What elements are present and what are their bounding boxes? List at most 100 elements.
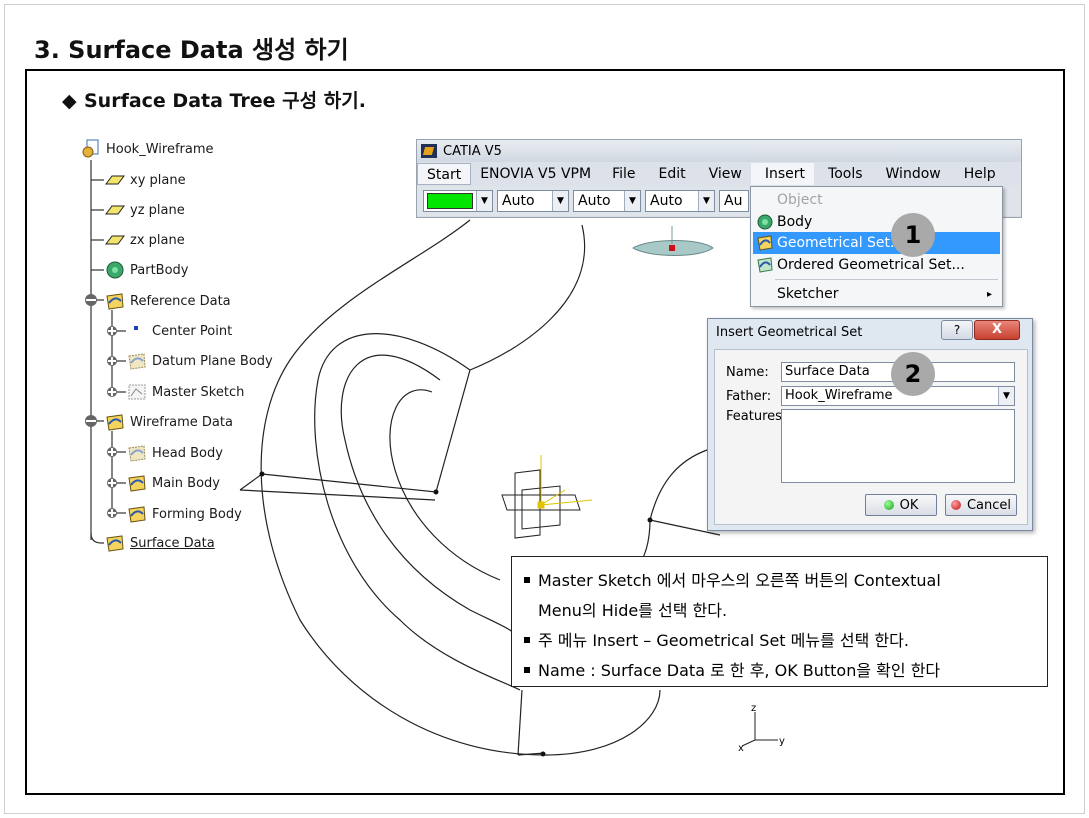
- point-icon: [134, 326, 138, 330]
- tree-item-wireframe-data[interactable]: Wireframe Data: [104, 411, 233, 433]
- note-line-3: 주 메뉴 Insert – Geometrical Set 메뉴를 선택 한다.: [524, 627, 909, 651]
- yellow-axis-gizmo: [537, 455, 593, 509]
- note-text: 주 메뉴 Insert – Geometrical Set 메뉴를 선택 한다.: [538, 631, 909, 650]
- right-arc-curve: [649, 449, 708, 521]
- tree-label: Reference Data: [130, 293, 231, 309]
- hidden-geometrical-set-icon: [128, 445, 146, 462]
- menu-start[interactable]: Start: [417, 163, 472, 185]
- tree-item-yz-plane[interactable]: yz plane: [104, 199, 185, 221]
- tree-item-partbody[interactable]: PartBody: [104, 259, 188, 281]
- inner-loop-curve: [314, 333, 521, 691]
- axis-triad: [741, 712, 778, 747]
- tree-label: yz plane: [130, 202, 185, 218]
- tree-label: zx plane: [130, 232, 185, 248]
- tree-item-center-point[interactable]: Center Point: [126, 320, 232, 342]
- transparency-combo[interactable]: Auto ▼: [497, 190, 569, 212]
- features-label: Features:: [726, 409, 787, 424]
- menu-item-label: Body: [777, 214, 813, 230]
- menu-item-ordered-geometrical-set[interactable]: Ordered Geometrical Set...: [753, 254, 1000, 276]
- tree-label: Master Sketch: [152, 384, 245, 400]
- ok-icon: [883, 500, 894, 510]
- part-document-icon: [82, 139, 99, 158]
- chevron-down-icon[interactable]: ▼: [552, 191, 568, 211]
- tree-item-datum-plane-body[interactable]: Datum Plane Body: [126, 350, 273, 372]
- tree-label: Hook_Wireframe: [106, 141, 214, 157]
- menu-tools[interactable]: Tools: [814, 163, 872, 185]
- vertex-point: [540, 751, 546, 757]
- menu-item-label: Object: [777, 192, 823, 208]
- tree-item-reference-data[interactable]: Reference Data: [104, 290, 231, 312]
- window-title: CATIA V5: [443, 143, 502, 159]
- dialog-body: Name: Surface Data Father: Hook_Wirefram…: [714, 349, 1028, 525]
- catia-titlebar: CATIA V5: [417, 140, 1021, 162]
- tree-label: PartBody: [130, 262, 189, 278]
- tree-item-main-body[interactable]: Main Body: [126, 472, 220, 494]
- menu-item-geometrical-set[interactable]: Geometrical Set...: [753, 232, 1000, 254]
- menu-bar: Start ENOVIA V5 VPM File Edit View Inser…: [417, 162, 1021, 186]
- tree-label: Datum Plane Body: [152, 353, 273, 369]
- menu-item-sketcher[interactable]: Sketcher ▸: [753, 283, 1000, 305]
- tree-item-zx-plane[interactable]: zx plane: [104, 229, 185, 251]
- menu-edit[interactable]: Edit: [645, 163, 695, 185]
- menu-help[interactable]: Help: [950, 163, 1005, 185]
- inner-c-curve: [389, 389, 501, 581]
- menu-item-object: Object: [753, 189, 1000, 211]
- instruction-note: Master Sketch 에서 마우스의 오른쪽 버튼의 Contextual…: [511, 556, 1048, 687]
- features-list[interactable]: [781, 409, 1015, 483]
- vertex-point: [433, 489, 439, 495]
- plane-icon: [105, 235, 125, 245]
- cancel-icon: [950, 500, 961, 510]
- tree-root-hook-wireframe[interactable]: Hook_Wireframe: [80, 138, 214, 160]
- ok-button[interactable]: OK: [865, 494, 937, 516]
- axis-label-z: z: [751, 703, 756, 714]
- tree-label: Center Point: [152, 323, 233, 339]
- chevron-down-icon[interactable]: ▼: [998, 387, 1014, 405]
- menu-item-label: Geometrical Set...: [777, 235, 904, 251]
- menu-insert[interactable]: Insert: [750, 163, 815, 185]
- tree-item-head-body[interactable]: Head Body: [126, 442, 223, 464]
- step-badge-2: 2: [891, 352, 935, 396]
- insert-geometrical-set-dialog: Insert Geometrical Set ? X Name: Surface…: [707, 318, 1033, 531]
- menu-file[interactable]: File: [600, 163, 644, 185]
- submenu-arrow-icon: ▸: [986, 288, 992, 300]
- menu-item-body[interactable]: Body: [753, 211, 1000, 233]
- close-button[interactable]: X: [974, 320, 1020, 340]
- catia-logo-icon: [421, 144, 437, 158]
- note-line-2: Menu의 Hide를 선택 한다.: [538, 597, 727, 621]
- plane-icon: [105, 205, 125, 215]
- menu-item-label: Ordered Geometrical Set...: [777, 257, 965, 273]
- note-text: Name : Surface Data 로 한 후, OK Button을 확인…: [538, 661, 941, 680]
- geometrical-set-icon: [106, 535, 124, 552]
- linetype-combo[interactable]: Auto ▼: [573, 190, 641, 212]
- vertex-point: [647, 517, 653, 523]
- dialog-title: Insert Geometrical Set: [716, 325, 863, 340]
- square-bullet-icon: [524, 666, 530, 673]
- tree-item-xy-plane[interactable]: xy plane: [104, 169, 186, 191]
- inner-loop-curve-2: [340, 354, 521, 641]
- menu-view[interactable]: View: [695, 163, 751, 185]
- ordered-geometrical-set-icon: [757, 257, 773, 273]
- hidden-geometrical-set-icon: [128, 353, 146, 370]
- chevron-down-icon[interactable]: ▼: [698, 191, 714, 211]
- cancel-button[interactable]: Cancel: [945, 494, 1017, 516]
- tree-item-master-sketch[interactable]: Master Sketch: [126, 381, 244, 403]
- menu-window[interactable]: Window: [872, 163, 950, 185]
- tree-item-forming-body[interactable]: Forming Body: [126, 503, 242, 525]
- lineweight-combo[interactable]: Auto ▼: [645, 190, 715, 212]
- tree-item-surface-data[interactable]: Surface Data: [104, 532, 215, 554]
- chevron-down-icon[interactable]: ▼: [624, 191, 640, 211]
- geometrical-set-icon: [128, 475, 146, 492]
- color-combo[interactable]: ▼: [423, 190, 493, 212]
- layer-combo[interactable]: Au: [719, 190, 749, 212]
- father-value: Hook_Wireframe: [785, 388, 893, 403]
- note-line-1: Master Sketch 에서 마우스의 오른쪽 버튼의 Contextual: [524, 567, 941, 591]
- geometrical-set-icon: [757, 235, 773, 251]
- chevron-down-icon[interactable]: ▼: [476, 191, 492, 211]
- step-badge-1: 1: [891, 213, 935, 257]
- menu-enovia[interactable]: ENOVIA V5 VPM: [471, 163, 600, 185]
- help-button[interactable]: ?: [941, 320, 973, 340]
- tree-label: Head Body: [152, 445, 223, 461]
- menu-separator: [775, 279, 998, 280]
- axis-label-y: y: [779, 736, 785, 747]
- vertex-point: [259, 471, 265, 477]
